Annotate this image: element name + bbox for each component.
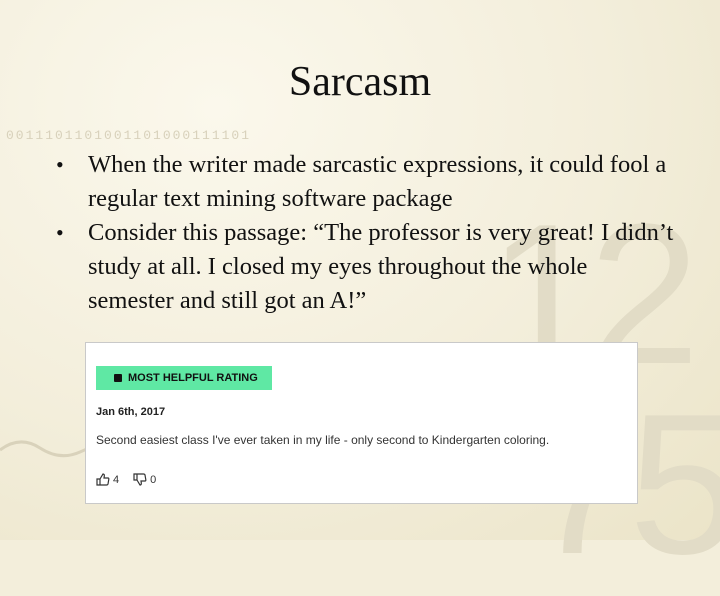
most-helpful-badge: MOST HELPFUL RATING — [96, 366, 272, 390]
review-votes: 4 0 — [96, 473, 170, 486]
bullet-list: When the writer made sarcastic expressio… — [56, 148, 676, 318]
review-date: Jan 6th, 2017 — [96, 406, 166, 418]
thumbs-down-count: 0 — [150, 473, 157, 486]
review-comment: Second easiest class I've ever taken in … — [96, 433, 550, 447]
review-card: MOST HELPFUL RATING Jan 6th, 2017 Second… — [85, 342, 638, 504]
bullet-item: When the writer made sarcastic expressio… — [56, 148, 676, 216]
thumbs-up-icon — [96, 473, 110, 486]
thumbs-down-button[interactable]: 0 — [133, 473, 156, 486]
bullet-item: Consider this passage: “The professor is… — [56, 216, 676, 318]
thumbs-up-button[interactable]: 4 — [96, 473, 119, 486]
background-binary-text: 0011101101001101000111101 — [6, 128, 252, 143]
flag-icon — [114, 374, 122, 382]
slide-title: Sarcasm — [288, 59, 432, 105]
thumbs-down-icon — [133, 473, 147, 486]
thumbs-up-count: 4 — [113, 473, 120, 486]
badge-label: MOST HELPFUL RATING — [128, 372, 258, 384]
